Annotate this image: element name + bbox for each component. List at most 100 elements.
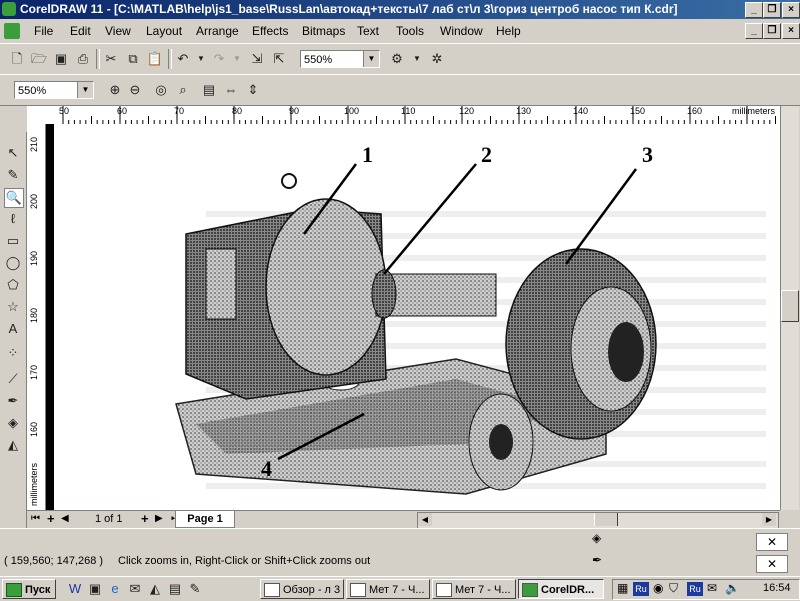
next-page-icon[interactable]: ▶ [155, 513, 163, 524]
text-tool-icon[interactable]: A [4, 320, 22, 338]
paste-icon[interactable]: 📋 [146, 50, 164, 68]
horizontal-scroll-thumb[interactable] [594, 513, 618, 526]
task-button-met7-a[interactable]: Мет 7 - Ч... [346, 579, 430, 599]
undo-icon[interactable]: ↶ [174, 50, 192, 68]
interactive-fill-icon[interactable]: ◭ [4, 436, 22, 454]
zoom-selected-icon[interactable]: ◎ [152, 81, 170, 99]
word-quicklaunch-icon[interactable]: W [66, 580, 84, 598]
restore-button[interactable]: ❐ [763, 2, 781, 18]
close-button[interactable]: × [782, 2, 800, 18]
freehand-tool-icon[interactable]: ℓ [4, 210, 22, 228]
first-page-icon[interactable]: ⏮ [31, 513, 40, 524]
document-icon[interactable] [4, 23, 20, 39]
menu-text[interactable]: Text [357, 23, 379, 39]
clock[interactable]: 16:54 [763, 582, 791, 594]
zoom-percent-combo[interactable]: 550% ▼ [14, 81, 94, 99]
outlook-quicklaunch-icon[interactable]: ✉ [126, 580, 144, 598]
doc-close-button[interactable]: × [782, 23, 800, 39]
menu-tools[interactable]: Tools [396, 23, 424, 39]
corel-online-icon[interactable]: ✲ [428, 50, 446, 68]
polygon-tool-icon[interactable]: ⬠ [4, 276, 22, 294]
save-icon[interactable]: ▣ [52, 50, 70, 68]
ie-quicklaunch-icon[interactable]: e [106, 580, 124, 598]
interactive-blend-icon[interactable]: ⁘ [4, 344, 22, 362]
fill-swatch-none-icon[interactable]: ✕ [756, 533, 788, 551]
print-icon[interactable]: ⎙ [74, 50, 92, 68]
task-button-coreldraw[interactable]: CorelDR... [518, 579, 604, 599]
menu-arrange[interactable]: Arrange [196, 23, 239, 39]
zoom-out-icon[interactable]: ⊖ [126, 81, 144, 99]
start-button[interactable]: Пуск [2, 579, 56, 599]
menu-edit[interactable]: Edit [70, 23, 91, 39]
rectangle-tool-icon[interactable]: ▭ [4, 232, 22, 250]
task-button-obzor[interactable]: Обзор - л 3 [260, 579, 344, 599]
vertical-scrollbar[interactable] [780, 106, 799, 510]
outline-swatch-none-icon[interactable]: ✕ [756, 555, 788, 573]
tray-mail-icon[interactable]: ✉ [707, 581, 717, 595]
zoom-in-icon[interactable]: ⊕ [106, 81, 124, 99]
explorer-folder-icon [264, 583, 280, 597]
scroll-right-icon[interactable]: ▶ [762, 513, 776, 526]
menu-window[interactable]: Window [440, 23, 483, 39]
chevron-down-icon[interactable]: ▼ [363, 51, 379, 67]
menu-file[interactable]: File [34, 23, 53, 39]
add-page-before-icon[interactable]: + [47, 511, 55, 526]
zoom-page-icon[interactable]: ▤ [200, 81, 218, 99]
zoom-height-icon[interactable]: ⇕ [244, 81, 262, 99]
tray-shield-icon[interactable]: ⛉ [669, 581, 678, 596]
shape-tool-icon[interactable]: ✎ [4, 166, 22, 184]
basic-shapes-icon[interactable]: ☆ [4, 298, 22, 316]
redo-dropdown-icon[interactable]: ▼ [228, 50, 246, 68]
zoom-all-icon[interactable]: ⌕ [174, 81, 192, 99]
pump-illustration[interactable] [46, 124, 780, 510]
chevron-down-icon[interactable]: ▼ [77, 82, 93, 98]
scroll-left-icon[interactable]: ◀ [418, 513, 432, 526]
tray-antivirus-icon[interactable]: ◉ [653, 581, 663, 595]
outline-tool-icon[interactable]: ✒ [4, 392, 22, 410]
eyedropper-icon[interactable]: ⟋ [4, 370, 22, 388]
export-icon[interactable]: ⇱ [270, 50, 288, 68]
minimize-button[interactable]: _ [745, 2, 763, 18]
horizontal-ruler[interactable]: 50 60 70 80 90 100 110 120 130 140 150 1… [27, 106, 780, 125]
horizontal-scrollbar[interactable]: ◀ ▶ [417, 512, 779, 529]
ellipse-tool-icon[interactable]: ◯ [4, 254, 22, 272]
menu-layout[interactable]: Layout [146, 23, 182, 39]
tray-volume-icon[interactable]: 🔈 [725, 581, 740, 595]
language-badge[interactable]: Ru [633, 582, 649, 596]
menu-help[interactable]: Help [496, 23, 521, 39]
doc-restore-button[interactable]: ❐ [763, 23, 781, 39]
language-badge-secondary[interactable]: Ru [687, 582, 703, 596]
menu-effects[interactable]: Effects [252, 23, 288, 39]
vertical-scroll-thumb[interactable] [781, 290, 799, 322]
zoom-level-combo[interactable]: 550% ▼ [300, 50, 380, 68]
zoom-width-icon[interactable]: ⇔ [222, 81, 240, 99]
copy-icon[interactable]: ⧉ [124, 50, 142, 68]
menu-view[interactable]: View [105, 23, 131, 39]
app-launcher-dropdown-icon[interactable]: ▼ [408, 50, 426, 68]
tray-network-icon[interactable]: ▦ [617, 581, 628, 595]
drawing-canvas[interactable]: 1 2 3 4 [46, 124, 780, 510]
task-button-met7-b[interactable]: Мет 7 - Ч... [432, 579, 516, 599]
app-launcher-icon[interactable]: ⚙ [388, 50, 406, 68]
vertical-ruler[interactable]: 210 200 190 180 170 160 millimeters [27, 124, 46, 510]
prev-page-icon[interactable]: ◀ [61, 513, 69, 524]
edit-quicklaunch-icon[interactable]: ✎ [186, 580, 204, 598]
cut-icon[interactable]: ✂ [102, 50, 120, 68]
doc-minimize-button[interactable]: _ [745, 23, 763, 39]
open-icon[interactable]: 🗁 [30, 50, 48, 68]
pick-tool-icon[interactable]: ↖ [4, 144, 22, 162]
desktop-quicklaunch-icon[interactable]: ▤ [166, 580, 184, 598]
redo-icon[interactable]: ↷ [210, 50, 228, 68]
add-page-after-icon[interactable]: + [141, 511, 149, 526]
save-quicklaunch-icon[interactable]: ▣ [86, 580, 104, 598]
coreldraw-app-icon[interactable] [2, 2, 16, 16]
fill-tool-icon[interactable]: ◈ [4, 414, 22, 432]
menu-bitmaps[interactable]: Bitmaps [302, 23, 345, 39]
page-tab-active[interactable]: Page 1 [175, 511, 235, 528]
zoom-tool-icon[interactable]: 🔍 [4, 188, 24, 208]
matlab-quicklaunch-icon[interactable]: ◭ [146, 580, 164, 598]
ruler-tick-label: 200 [29, 193, 39, 209]
undo-dropdown-icon[interactable]: ▼ [192, 50, 210, 68]
new-icon[interactable]: 🗋 [8, 50, 26, 68]
import-icon[interactable]: ⇲ [248, 50, 266, 68]
